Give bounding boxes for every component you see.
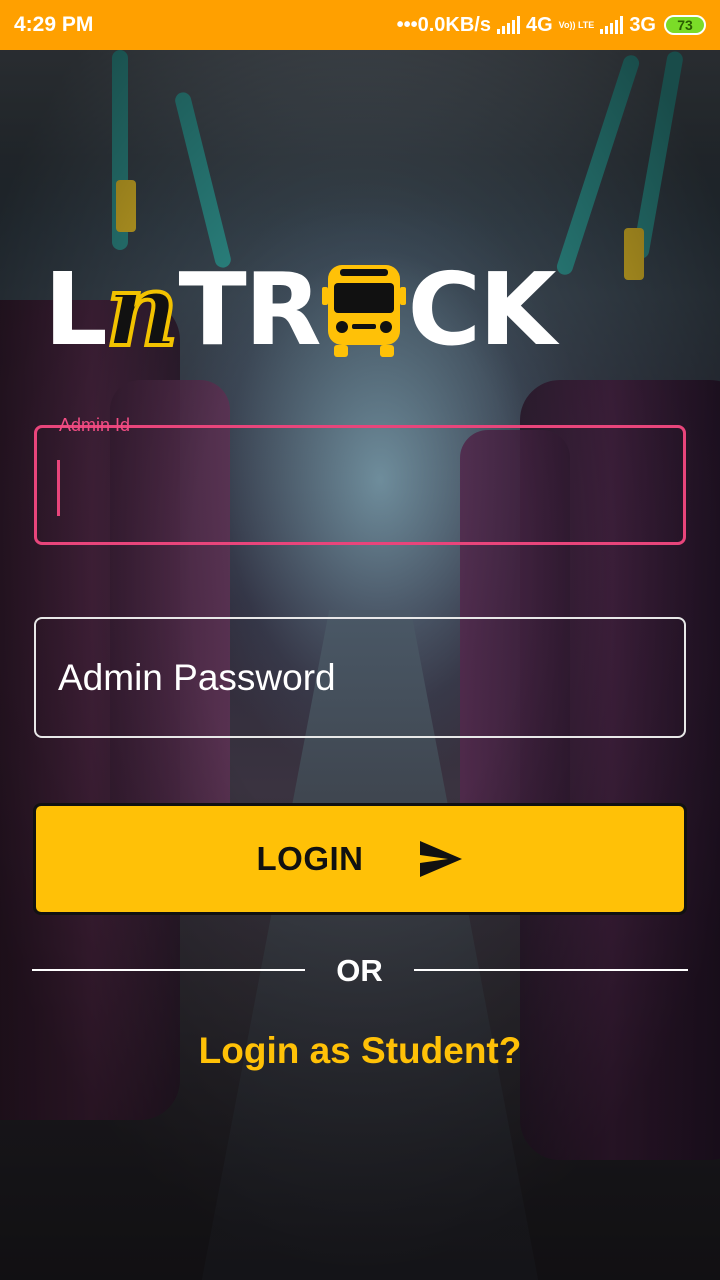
status-time: 4:29 PM [14,13,94,36]
signal-icon [496,16,520,34]
volte-icon: Vo)) LTE [558,19,595,30]
divider-line-left [32,969,305,971]
divider-line-right [414,969,688,971]
or-label: OR [336,953,383,988]
net-speed: •••0.0KB/s [396,13,491,36]
app-logo: L n TR CK [44,258,674,362]
login-button[interactable]: LOGIN [33,803,687,915]
logo-letter: L [44,251,108,368]
logo-letters-end: CK [407,251,557,368]
network-type-1: 4G [525,13,553,36]
or-divider: OR [32,952,688,992]
signal-icon-2 [600,16,624,34]
logo-letters: TR [178,251,321,368]
admin-password-field[interactable]: Admin Password [34,617,686,738]
status-bar: 4:29 PM •••0.0KB/s 4G Vo)) LTE 3G 73 [0,0,720,50]
network-type-2: 3G [629,13,656,36]
logo-fancy-letter: n [104,251,181,369]
login-as-student-link[interactable]: Login as Student? [0,1030,720,1072]
bus-icon [321,265,406,357]
admin-id-field[interactable]: Admin Id [34,415,686,545]
send-icon [419,841,462,877]
login-button-label: LOGIN [256,840,364,877]
battery-icon: 73 [664,15,706,35]
